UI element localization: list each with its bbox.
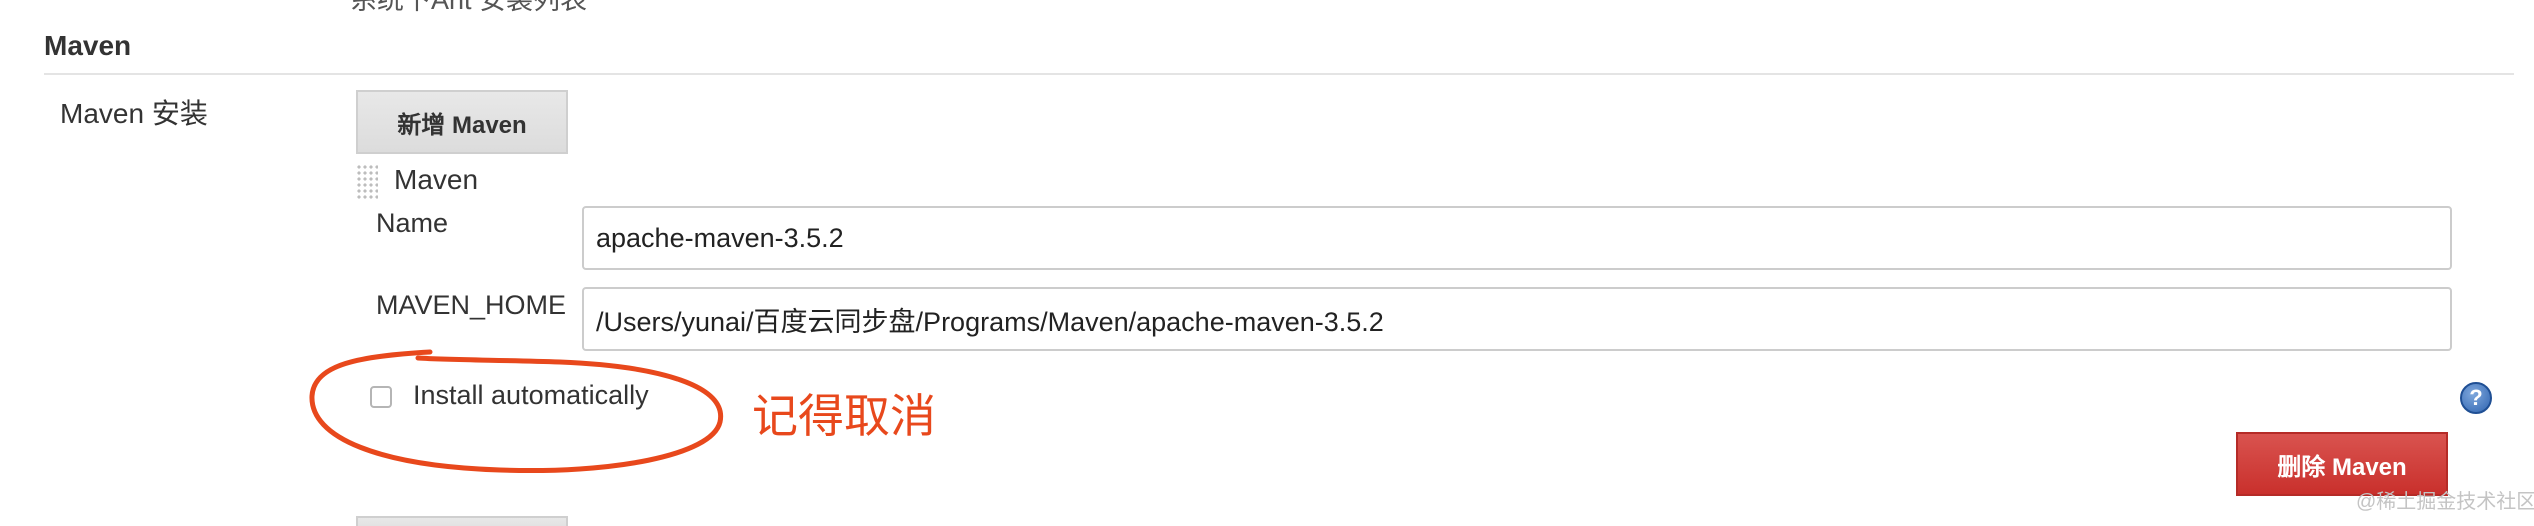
add-maven-button-partial[interactable] [356,516,568,526]
maven-home-field-label: MAVEN_HOME [376,290,567,320]
question-help-icon[interactable]: ? [2460,382,2492,414]
section-divider [44,73,2514,75]
name-field-label: Name [376,208,449,238]
maven-installation-title: Maven [394,164,479,195]
previous-section-cut-text: 系统下Ant 安装列表 [350,0,588,15]
maven-installations-label: Maven 安装 [60,98,208,129]
annotation-note: 记得取消 [752,390,936,442]
add-maven-button[interactable]: 新增 Maven [356,90,568,154]
name-input[interactable] [582,206,2452,270]
annotation-circle [309,349,724,473]
section-title: Maven [44,30,132,61]
jenkins-global-tool-config: 系统下Ant 安装列表 Maven Maven 安装 新增 Maven Mave… [0,0,2534,526]
drag-handle-icon[interactable] [356,164,378,200]
watermark: @稀土掘金技术社区 [2356,491,2534,513]
maven-home-input[interactable] [582,287,2452,351]
